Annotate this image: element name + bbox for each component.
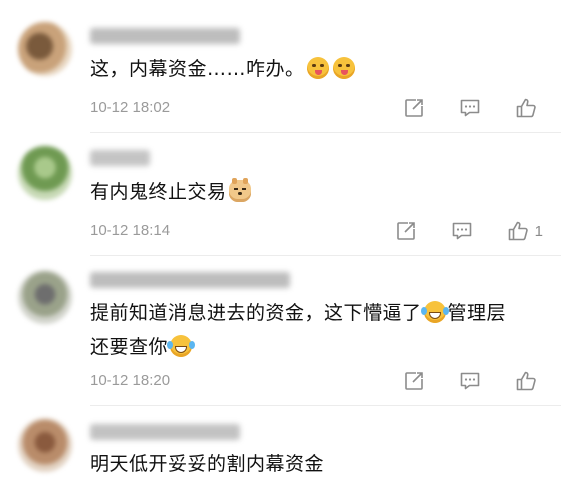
comment-text: 这，内幕资金……咋办。 <box>90 52 543 86</box>
thumbs-up-icon <box>508 221 528 241</box>
comment-icon <box>452 222 471 240</box>
thumbs-up-icon <box>516 371 536 391</box>
repost-icon <box>405 99 423 117</box>
username[interactable] <box>90 424 240 440</box>
action-bar <box>369 369 543 393</box>
username[interactable] <box>90 28 240 44</box>
like-button[interactable] <box>515 97 543 119</box>
action-bar <box>369 96 543 120</box>
like-button[interactable]: 1 <box>507 220 543 242</box>
timestamp: 10-12 18:14 <box>90 222 171 239</box>
comment-button[interactable] <box>451 220 473 242</box>
divider <box>90 405 561 406</box>
timestamp: 10-12 18:02 <box>90 99 171 116</box>
avatar[interactable] <box>18 418 72 472</box>
comment-meta: 10-12 18:20 <box>90 369 543 393</box>
comment-meta: 10-12 18:02 <box>90 96 543 120</box>
comment-text: 有内鬼终止交易 <box>90 175 543 209</box>
laughing-crying-emoji <box>167 335 196 357</box>
repost-button[interactable] <box>403 97 425 119</box>
yum-face-emoji <box>306 57 329 79</box>
comment-meta: 10-12 18:14 1 <box>90 219 543 243</box>
comment-icon <box>460 372 480 390</box>
repost-icon <box>405 372 423 390</box>
comment-button[interactable] <box>459 97 481 119</box>
thumbs-up-icon <box>516 98 536 118</box>
username[interactable] <box>90 272 290 288</box>
username[interactable] <box>90 150 150 166</box>
timestamp: 10-12 18:20 <box>90 372 171 389</box>
divider <box>90 255 561 256</box>
comment-text: 明天低开妥妥的割内幕资金 <box>90 453 325 475</box>
comment-button[interactable] <box>459 370 481 392</box>
avatar[interactable] <box>18 22 72 76</box>
avatar[interactable] <box>18 146 72 200</box>
comment-icon <box>460 99 480 117</box>
divider <box>90 132 561 133</box>
doge-emoji <box>228 178 251 202</box>
action-bar: 1 <box>361 219 543 243</box>
repost-button[interactable] <box>395 220 417 242</box>
comment-text: 提前知道消息进去的资金，这下懵逼了 管理层 还要查你 <box>90 301 507 358</box>
repost-button[interactable] <box>403 370 425 392</box>
yum-face-emoji <box>332 57 355 79</box>
repost-icon <box>396 222 415 240</box>
laughing-crying-emoji <box>420 301 449 323</box>
like-count: 1 <box>534 222 543 240</box>
avatar[interactable] <box>18 270 72 324</box>
like-button[interactable] <box>515 370 543 392</box>
